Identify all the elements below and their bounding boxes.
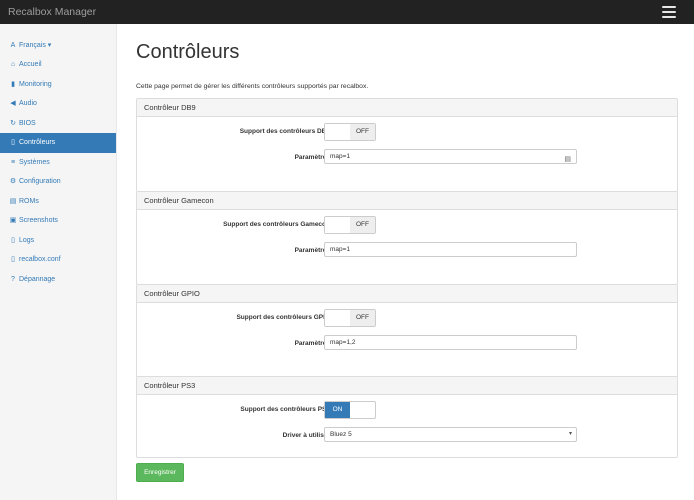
hamburger-menu-icon[interactable] [662,6,676,18]
gear-icon: ⚙ [9,178,17,185]
panel-title: Contrôleur PS3 [137,377,677,395]
picture-icon: ▣ [9,217,17,224]
panel-gamecon: Contrôleur Gamecon Support des contrôleu… [136,191,678,285]
sidebar-item-label: Systèmes [19,159,50,166]
file-icon: ▯ [11,237,15,244]
page-description: Cette page permet de gérer les différent… [136,83,369,90]
sidebar-item-label: Accueil [19,61,42,68]
input-value: map=1 [330,246,351,253]
gamecon-params-input[interactable]: map=1 [324,242,577,257]
toggle-label: Support des contrôleurs Gamecon [223,221,330,228]
sidebar-item-label: ROMs [19,198,39,205]
gpio-toggle[interactable]: OFF [324,309,376,327]
panel-db9: Contrôleur DB9 Support des contrôleurs D… [136,98,678,192]
panel-title: Contrôleur GPIO [137,285,677,303]
main-content: Contrôleurs Cette page permet de gérer l… [116,24,694,500]
sidebar-item-label: recalbox.conf [19,256,61,263]
sidebar-item-label: Audio [19,100,37,107]
sidebar-item-label: Screenshots [19,217,58,224]
caret-down-icon: ▾ [47,42,52,49]
field-label: Driver à utiliser [282,432,330,439]
sidebar-item-label: Dépannage [19,276,56,283]
language-selector[interactable]: A Français ▾ [0,36,116,56]
toggle-label: Support des contrôleurs PS3 [240,406,330,413]
sidebar-item-systemes[interactable]: ≡ Systèmes [0,153,116,173]
sidebar-item-accueil[interactable]: ⌂ Accueil [0,55,116,75]
phone-icon: ▯ [11,139,15,146]
list-icon: ≡ [10,159,16,166]
select-value: Bluez 5 [330,431,352,438]
panel-title: Contrôleur DB9 [137,99,677,117]
toggle-state: OFF [350,310,375,326]
toggle-handle [325,217,350,233]
hdd-icon: ▤ [9,198,17,205]
sidebar-item-recalbox-conf[interactable]: ▯ recalbox.conf [0,250,116,270]
ps3-driver-select[interactable]: Bluez 5 ▾ [324,427,577,442]
sidebar-item-bios[interactable]: ↻ BIOS [0,114,116,134]
sidebar-item-audio[interactable]: ◀ Audio [0,94,116,114]
toggle-handle [325,310,350,326]
home-icon: ⌂ [10,61,16,68]
toggle-state: OFF [350,217,375,233]
sidebar-item-label: Contrôleurs [19,139,56,146]
keyboard-icon[interactable]: ▤ [564,153,571,166]
gamecon-toggle[interactable]: OFF [324,216,376,234]
db9-params-input[interactable]: map=1 ▤ [324,149,577,164]
panel-title: Contrôleur Gamecon [137,192,677,210]
field-label: Paramètres [294,247,330,254]
sidebar-item-logs[interactable]: ▯ Logs [0,231,116,251]
sidebar-item-monitoring[interactable]: ▮ Monitoring [0,75,116,95]
field-label: Paramètres [294,154,330,161]
chevron-down-icon: ▾ [568,431,572,437]
sidebar-item-label: Français [19,42,46,49]
refresh-icon: ↻ [10,120,16,127]
panel-gpio: Contrôleur GPIO Support des contrôleurs … [136,284,678,378]
question-icon: ? [11,276,15,283]
db9-toggle[interactable]: OFF [324,123,376,141]
toggle-handle [325,124,350,140]
sidebar-item-label: Configuration [19,178,61,185]
toggle-state: ON [325,402,350,418]
ps3-toggle[interactable]: ON [324,401,376,419]
save-button[interactable]: Enregistrer [136,463,184,482]
toggle-state: OFF [350,124,375,140]
toggle-label: Support des contrôleurs GPIO [236,314,330,321]
app-title[interactable]: Recalbox Manager [8,6,96,18]
toggle-label: Support des contrôleurs DB9 [239,128,330,135]
document-icon: ▯ [11,256,15,263]
input-value: map=1 [330,153,351,160]
language-icon: A [10,42,16,49]
speaker-icon: ◀ [10,100,16,107]
sidebar-item-label: Monitoring [19,81,52,88]
field-label: Paramètres [294,340,330,347]
sidebar-item-depannage[interactable]: ? Dépannage [0,270,116,290]
sidebar-item-configuration[interactable]: ⚙ Configuration [0,172,116,192]
input-value: map=1,2 [330,339,356,346]
sidebar: A Français ▾ ⌂ Accueil ▮ Monitoring ◀ Audio … [0,24,117,500]
sidebar-item-controleurs[interactable]: ▯ Contrôleurs [0,133,116,153]
page-title: Contrôleurs [136,41,240,63]
gpio-params-input[interactable]: map=1,2 [324,335,577,350]
panel-ps3: Contrôleur PS3 Support des contrôleurs P… [136,376,678,458]
sidebar-item-roms[interactable]: ▤ ROMs [0,192,116,212]
signal-icon: ▮ [11,81,15,88]
top-navbar: Recalbox Manager [0,0,694,24]
sidebar-item-screenshots[interactable]: ▣ Screenshots [0,211,116,231]
sidebar-item-label: BIOS [19,120,36,127]
sidebar-item-label: Logs [19,237,35,244]
